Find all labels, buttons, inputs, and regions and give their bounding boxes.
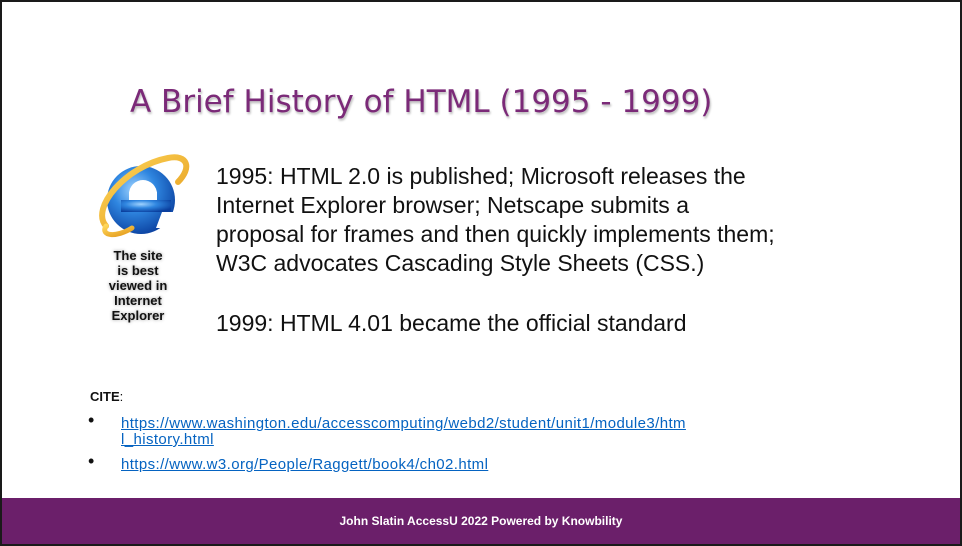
internet-explorer-icon [99, 154, 190, 237]
slide-title: A Brief History of HTML (1995 - 1999) [130, 84, 713, 120]
ie-caption-line: is best [117, 263, 159, 278]
paragraph-1995: 1995: HTML 2.0 is published; Microsoft r… [216, 162, 916, 278]
cite-heading: CITE: [90, 389, 123, 404]
citation-link-washington[interactable]: https://www.washington.edu/accesscomputi… [121, 415, 686, 448]
slide-body: 1995: HTML 2.0 is published; Microsoft r… [216, 162, 916, 338]
citation-link-w3[interactable]: https://www.w3.org/People/Raggett/book4/… [121, 456, 488, 473]
link-text-line: https://www.w3.org/People/Raggett/book4/… [121, 456, 489, 473]
paragraph-line: W3C advocates Cascading Style Sheets (CS… [216, 250, 705, 276]
paragraph-line: 1995: HTML 2.0 is published; Microsoft r… [216, 163, 746, 189]
citation-item: • https://www.w3.org/People/Raggett/book… [88, 452, 908, 473]
ie-caption-line: The site [113, 248, 163, 263]
link-text-line: l_history.html [121, 431, 214, 448]
ie-caption-line: Explorer [111, 308, 165, 323]
paragraph-line: proposal for frames and then quickly imp… [216, 221, 775, 247]
paragraph-1999: 1999: HTML 4.01 became the official stan… [216, 309, 916, 338]
citation-item: • https://www.washington.edu/accesscompu… [88, 411, 908, 448]
paragraph-line: Internet Explorer browser; Netscape subm… [216, 192, 689, 218]
slide: A Brief History of HTML (1995 - 1999) Th… [0, 0, 962, 546]
slide-footer: John Slatin AccessU 2022 Powered by Know… [2, 498, 960, 544]
citation-list: • https://www.washington.edu/accesscompu… [88, 411, 908, 482]
ie-badge-caption: The site is best viewed in Internet Expl… [90, 248, 186, 323]
bullet-icon: • [88, 410, 95, 430]
ie-caption-line: Internet [114, 293, 162, 308]
cite-colon: : [119, 389, 124, 404]
bullet-icon: • [88, 451, 95, 471]
link-text-line: https://www.washington.edu/accesscomputi… [121, 415, 686, 432]
ie-caption-line: viewed in [108, 278, 168, 293]
paragraph-line: 1999: HTML 4.01 became the official stan… [216, 310, 687, 336]
cite-label: CITE [90, 389, 120, 404]
